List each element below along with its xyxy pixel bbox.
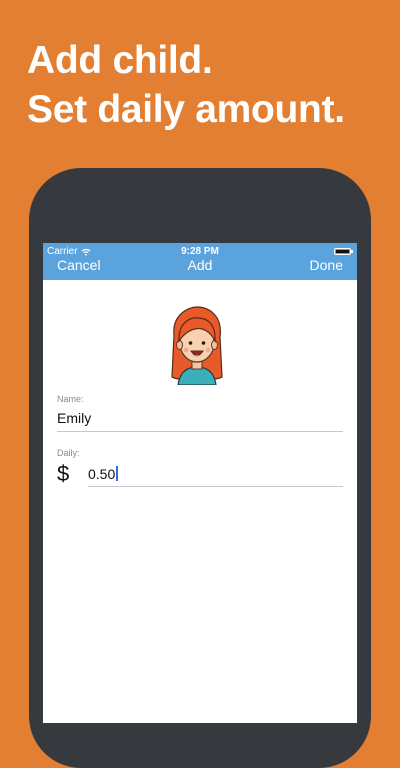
name-field[interactable]: Emily [57, 410, 343, 426]
daily-underline [88, 486, 343, 487]
daily-amount-value: 0.50 [88, 466, 116, 482]
promo-headline: Add child. Set daily amount. [27, 36, 345, 134]
headline-line-1: Add child. [27, 39, 213, 82]
child-avatar[interactable] [168, 305, 226, 385]
name-underline [57, 431, 343, 432]
navigation-bar: Carrier 9:28 PM Cancel Add Done [43, 243, 357, 280]
text-cursor [116, 466, 119, 481]
phone-screen: Carrier 9:28 PM Cancel Add Done Name: Em… [43, 243, 357, 723]
daily-label: Daily: [57, 448, 80, 458]
name-label: Name: [57, 394, 84, 404]
done-button[interactable]: Done [310, 257, 343, 273]
status-time: 9:28 PM [181, 246, 219, 257]
daily-amount-field[interactable]: 0.50 [88, 466, 343, 482]
battery-icon [334, 248, 353, 255]
currency-symbol: $ [57, 461, 70, 486]
headline-line-2: Set daily amount. [27, 88, 345, 131]
